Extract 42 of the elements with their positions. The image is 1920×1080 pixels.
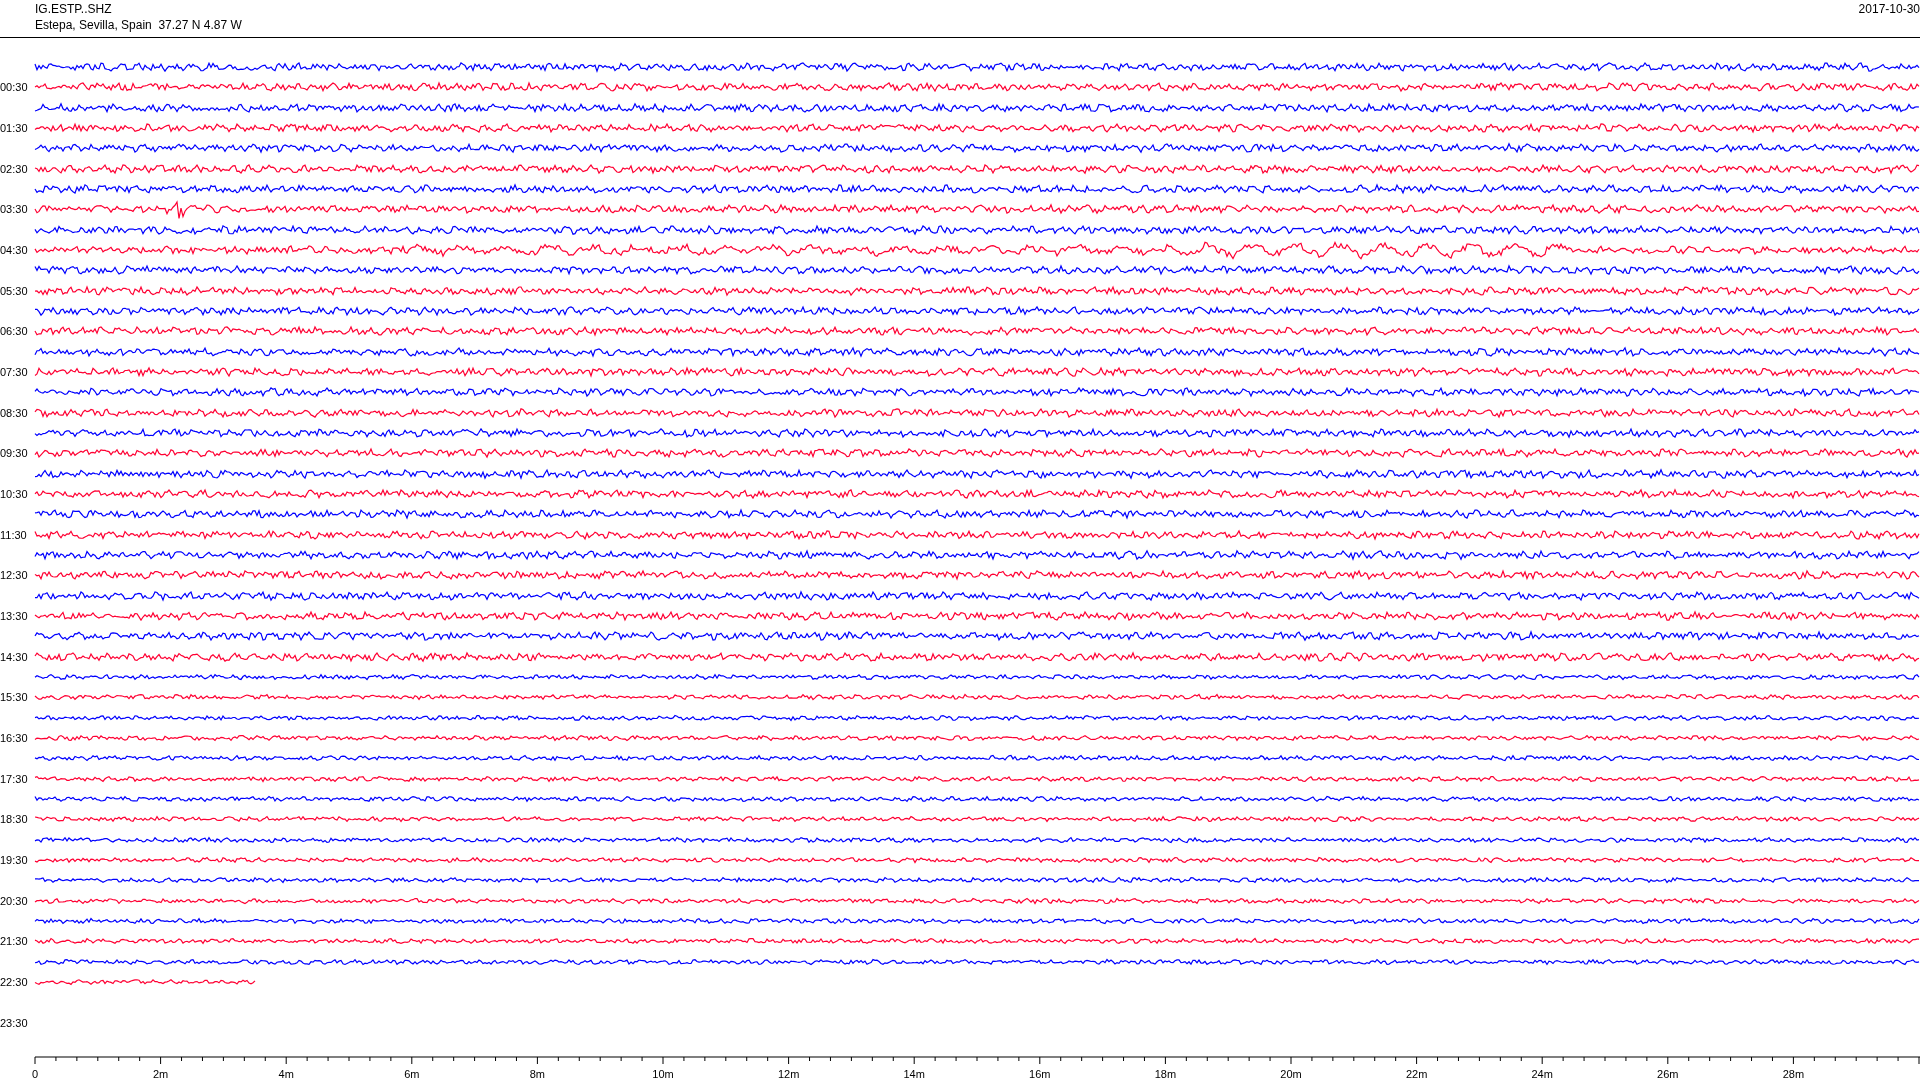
time-label: 09:30 <box>0 447 28 460</box>
time-label: 23:30 <box>0 1016 28 1029</box>
axis-label: 12m <box>777 1068 800 1080</box>
time-label: 11:30 <box>0 528 27 541</box>
time-label: 13:30 <box>0 610 28 622</box>
time-label: 12:30 <box>0 569 28 582</box>
time-label: 19:30 <box>0 853 28 866</box>
date-label: 2017-10-30 <box>1858 1 1920 17</box>
axis-label: 4m <box>278 1068 294 1080</box>
axis-label: 20m <box>1280 1068 1302 1080</box>
time-label: 16:30 <box>0 732 28 744</box>
time-label: 07:30 <box>0 366 28 379</box>
axis-label: 14m <box>903 1068 925 1080</box>
axis-label: 0 <box>31 1068 39 1080</box>
axis-label: 2m <box>152 1068 169 1080</box>
time-label: 10:30 <box>0 488 28 501</box>
axis-label: 18m <box>1154 1068 1177 1080</box>
time-label: 01:30 <box>0 122 28 135</box>
time-label: 17:30 <box>0 772 28 785</box>
time-label: 14:30 <box>0 650 28 663</box>
axis-label: 16m <box>1029 1068 1051 1080</box>
time-label: 15:30 <box>0 691 28 704</box>
time-label: 21:30 <box>0 935 28 948</box>
time-label: 05:30 <box>0 284 28 297</box>
time-label: 06:30 <box>0 325 28 338</box>
axis-label: 24m <box>1531 1068 1553 1080</box>
axis-label: 6m <box>404 1068 420 1080</box>
time-label: 22:30 <box>0 975 28 988</box>
axis-label: 28m <box>1782 1068 1805 1080</box>
axis-label: 8m <box>529 1068 546 1080</box>
time-label: 04:30 <box>0 244 28 257</box>
time-label: 00:30 <box>0 81 28 94</box>
time-label: 02:30 <box>0 162 28 175</box>
station-location: Estepa, Sevilla, Spain 37.27 N 4.87 W <box>35 17 242 33</box>
time-label: 03:30 <box>0 203 28 216</box>
time-label: 08:30 <box>0 406 28 419</box>
time-label: 18:30 <box>0 813 28 826</box>
axis-label: 22m <box>1405 1068 1428 1080</box>
axis-label: 26m <box>1657 1068 1679 1080</box>
axis-label: 10m <box>652 1068 674 1080</box>
time-label: 20:30 <box>0 894 28 907</box>
station-code: IG.ESTP..SHZ <box>35 1 112 17</box>
